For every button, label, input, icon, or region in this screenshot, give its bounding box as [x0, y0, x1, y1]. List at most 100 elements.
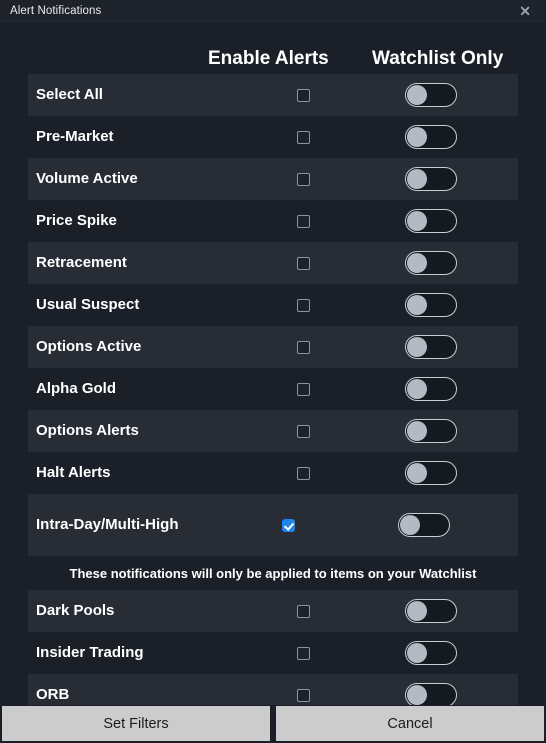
enable-alerts-cell [228, 382, 378, 396]
dialog-footer: Set Filters Cancel [0, 705, 546, 743]
enable-alerts-checkbox-select-all[interactable] [296, 88, 310, 102]
watchlist-only-cell [378, 377, 518, 401]
enable-alerts-checkbox-usual-suspect[interactable] [296, 298, 310, 312]
enable-alerts-checkbox-pre-market[interactable] [296, 130, 310, 144]
toggle-knob [407, 643, 427, 663]
watchlist-only-toggle-insider-trading[interactable] [405, 641, 457, 665]
watchlist-only-cell [378, 683, 518, 705]
enable-alerts-cell [228, 340, 378, 354]
column-header-enable-alerts: Enable Alerts [208, 48, 329, 69]
alert-row-label: Dark Pools [36, 601, 115, 619]
alert-row-pre-market: Pre-Market [28, 116, 518, 158]
watchlist-only-toggle-alpha-gold[interactable] [405, 377, 457, 401]
enable-alerts-checkbox-price-spike[interactable] [296, 214, 310, 228]
alert-row-usual-suspect: Usual Suspect [28, 284, 518, 326]
alert-row-dark-pools: Dark Pools [28, 590, 518, 632]
alert-row-label: Retracement [36, 253, 127, 271]
watchlist-only-toggle-usual-suspect[interactable] [405, 293, 457, 317]
watchlist-only-toggle-pre-market[interactable] [405, 125, 457, 149]
toggle-knob [407, 85, 427, 105]
watchlist-only-toggle-price-spike[interactable] [405, 209, 457, 233]
alert-row-label: Usual Suspect [36, 295, 140, 313]
watchlist-only-cell [378, 293, 518, 317]
cancel-button[interactable]: Cancel [276, 706, 544, 741]
column-header-watchlist-only: Watchlist Only [372, 48, 504, 69]
watchlist-only-cell [378, 419, 518, 443]
enable-alerts-cell [228, 172, 378, 186]
alert-row-label: Pre-Market [36, 127, 114, 145]
enable-alerts-cell [228, 88, 378, 102]
alert-row-label: Insider Trading [36, 643, 144, 661]
alert-list-scroll-region[interactable]: Select All Pre-Market Volume Active Price S… [0, 74, 546, 705]
toggle-knob [407, 127, 427, 147]
enable-alerts-cell [228, 604, 378, 618]
toggle-knob [407, 379, 427, 399]
toggle-knob [407, 421, 427, 441]
alert-row-select-all: Select All [28, 74, 518, 116]
enable-alerts-checkbox-options-alerts[interactable] [296, 424, 310, 438]
enable-alerts-checkbox-retracement[interactable] [296, 256, 310, 270]
watchlist-only-cell [378, 83, 518, 107]
watchlist-only-toggle-intra-day-multi-high[interactable] [397, 513, 450, 537]
column-headers: Enable Alerts Watchlist Only [0, 22, 546, 74]
alert-row-label: Halt Alerts [36, 463, 111, 481]
alert-row-halt-alerts: Halt Alerts [28, 452, 518, 494]
watchlist-only-toggle-options-alerts[interactable] [405, 419, 457, 443]
watchlist-only-toggle-halt-alerts[interactable] [405, 461, 457, 485]
enable-alerts-cell [228, 424, 378, 438]
watchlist-only-toggle-dark-pools[interactable] [405, 599, 457, 623]
alert-row-label: ORB [36, 685, 70, 703]
alert-row-orb: ORB [28, 674, 518, 705]
watchlist-only-cell [378, 641, 518, 665]
toggle-knob [407, 211, 427, 231]
watchlist-only-cell [363, 513, 518, 537]
alert-row-retracement: Retracement [28, 242, 518, 284]
alert-row-label: Alpha Gold [36, 379, 116, 397]
watchlist-only-cell [378, 461, 518, 485]
enable-alerts-checkbox-volume-active[interactable] [296, 172, 310, 186]
set-filters-button[interactable]: Set Filters [2, 706, 270, 741]
enable-alerts-checkbox-halt-alerts[interactable] [296, 466, 310, 480]
enable-alerts-cell [228, 130, 378, 144]
enable-alerts-checkbox-dark-pools[interactable] [296, 604, 310, 618]
alert-rows: Select All Pre-Market Volume Active Price S… [0, 74, 546, 556]
watchlist-only-cell [378, 209, 518, 233]
enable-alerts-cell [228, 688, 378, 702]
alert-row-label: Options Active [36, 337, 142, 355]
toggle-knob [407, 169, 427, 189]
watchlist-only-toggle-orb[interactable] [405, 683, 457, 705]
watchlist-only-cell [378, 251, 518, 275]
enable-alerts-checkbox-insider-trading[interactable] [296, 646, 310, 660]
enable-alerts-checkbox-intra-day-multi-high[interactable] [281, 518, 295, 532]
window-title: Alert Notifications [10, 4, 102, 17]
alert-row-label: Volume Active [36, 169, 138, 187]
alert-row-volume-active: Volume Active [28, 158, 518, 200]
enable-alerts-checkbox-orb[interactable] [296, 688, 310, 702]
watchlist-only-cell [378, 599, 518, 623]
toggle-knob [407, 463, 427, 483]
close-icon[interactable]: ✕ [518, 4, 532, 18]
watchlist-note: These notifications will only be applied… [69, 565, 477, 581]
enable-alerts-cell [228, 466, 378, 480]
watchlist-only-toggle-select-all[interactable] [405, 83, 457, 107]
watchlist-only-cell [378, 335, 518, 359]
alert-row-price-spike: Price Spike [28, 200, 518, 242]
watchlist-only-toggle-retracement[interactable] [405, 251, 457, 275]
toggle-knob [407, 337, 427, 357]
watchlist-alert-rows: Dark Pools Insider Trading ORB [0, 590, 546, 705]
alert-row-options-alerts: Options Alerts [28, 410, 518, 452]
enable-alerts-checkbox-alpha-gold[interactable] [296, 382, 310, 396]
toggle-knob [407, 253, 427, 273]
watchlist-only-cell [378, 125, 518, 149]
watchlist-only-toggle-options-active[interactable] [405, 335, 457, 359]
toggle-knob [407, 295, 427, 315]
watchlist-only-cell [378, 167, 518, 191]
enable-alerts-cell [228, 214, 378, 228]
watchlist-only-toggle-volume-active[interactable] [405, 167, 457, 191]
window-titlebar: Alert Notifications ✕ [0, 0, 546, 22]
enable-alerts-checkbox-options-active[interactable] [296, 340, 310, 354]
alert-row-label: Select All [36, 85, 103, 103]
toggle-knob [407, 601, 427, 621]
alert-row-options-active: Options Active [28, 326, 518, 368]
alert-row-label: Options Alerts [36, 421, 139, 439]
